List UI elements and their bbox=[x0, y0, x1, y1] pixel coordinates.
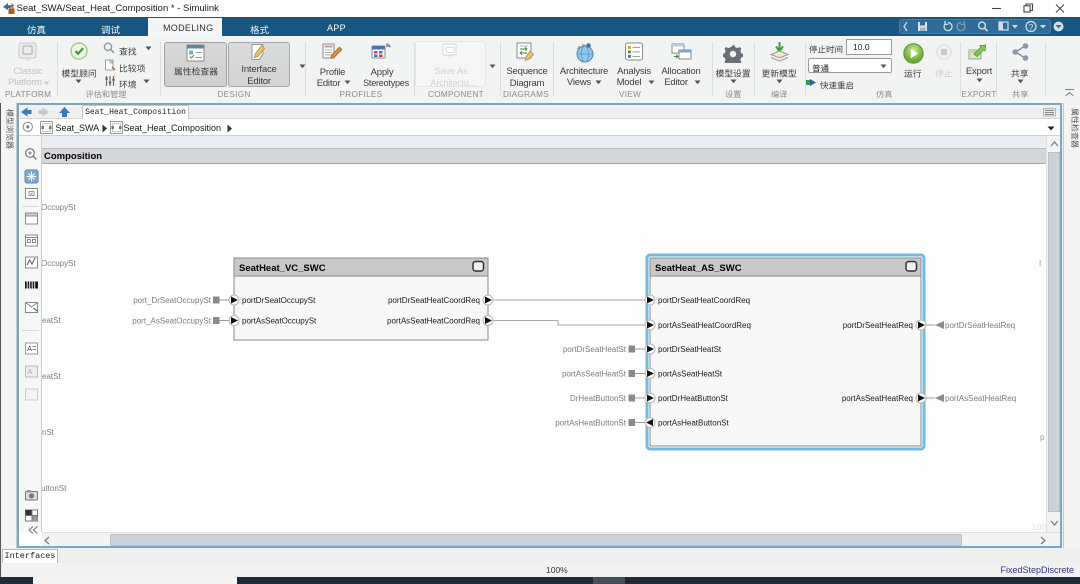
svg-text:portAsSeatHeatReq: portAsSeatHeatReq bbox=[945, 394, 1016, 403]
svg-text:portDrSeatHeatSt: portDrSeatHeatSt bbox=[658, 345, 722, 354]
svg-text:portAsSeatOccupySt: portAsSeatOccupySt bbox=[242, 317, 317, 326]
svg-text:eatSt: eatSt bbox=[42, 372, 61, 381]
svg-text:portDrSeatHeatSt: portDrSeatHeatSt bbox=[563, 345, 627, 354]
svg-text:portAsHeatButtonSt: portAsHeatButtonSt bbox=[555, 419, 626, 428]
svg-text:eatSt: eatSt bbox=[42, 316, 61, 325]
svg-text:portDrHeatButtonSt: portDrHeatButtonSt bbox=[658, 394, 729, 403]
svg-text:?: ? bbox=[1029, 22, 1034, 32]
svg-text:portDrSeatHeatReq: portDrSeatHeatReq bbox=[945, 321, 1015, 330]
svg-text:p: p bbox=[1040, 433, 1045, 442]
svg-text:portAsSeatHeatSt: portAsSeatHeatSt bbox=[658, 370, 723, 379]
svg-text:portAsHeatButtonSt: portAsHeatButtonSt bbox=[658, 419, 729, 428]
svg-text:portDrSeatHeatReq: portDrSeatHeatReq bbox=[843, 321, 913, 330]
svg-text:SeatHeat_VC_SWC: SeatHeat_VC_SWC bbox=[239, 263, 326, 274]
svg-text:portAsSeatHeatSt: portAsSeatHeatSt bbox=[562, 370, 627, 379]
svg-text:OccupySt: OccupySt bbox=[42, 203, 76, 212]
svg-text:port_AsSeatOccupySt: port_AsSeatOccupySt bbox=[132, 317, 211, 326]
svg-text:100%: 100% bbox=[1032, 522, 1046, 532]
svg-text:DrHeatButtonSt: DrHeatButtonSt bbox=[570, 394, 627, 403]
svg-text:portDrSeatOccupySt: portDrSeatOccupySt bbox=[242, 296, 316, 305]
svg-text:SeatHeat_AS_SWC: SeatHeat_AS_SWC bbox=[655, 263, 742, 274]
svg-text:portDrSeatHeatCoordReq: portDrSeatHeatCoordReq bbox=[658, 296, 750, 305]
svg-text:uttonSt: uttonSt bbox=[42, 484, 67, 493]
svg-text:A: A bbox=[28, 367, 33, 376]
svg-text:A: A bbox=[27, 344, 32, 353]
svg-text:I: I bbox=[1039, 259, 1041, 268]
svg-text:nSt: nSt bbox=[42, 428, 55, 437]
svg-text:portAsSeatHeatCoordReq: portAsSeatHeatCoordReq bbox=[658, 321, 751, 330]
svg-text:portAsSeatHeatReq: portAsSeatHeatReq bbox=[842, 394, 913, 403]
svg-text:portAsSeatHeatCoordReq: portAsSeatHeatCoordReq bbox=[387, 317, 480, 326]
svg-text:OccupySt: OccupySt bbox=[42, 259, 76, 268]
svg-text:portDrSeatHeatCoordReq: portDrSeatHeatCoordReq bbox=[388, 296, 480, 305]
svg-text:port_DrSeatOccupySt: port_DrSeatOccupySt bbox=[133, 296, 212, 305]
